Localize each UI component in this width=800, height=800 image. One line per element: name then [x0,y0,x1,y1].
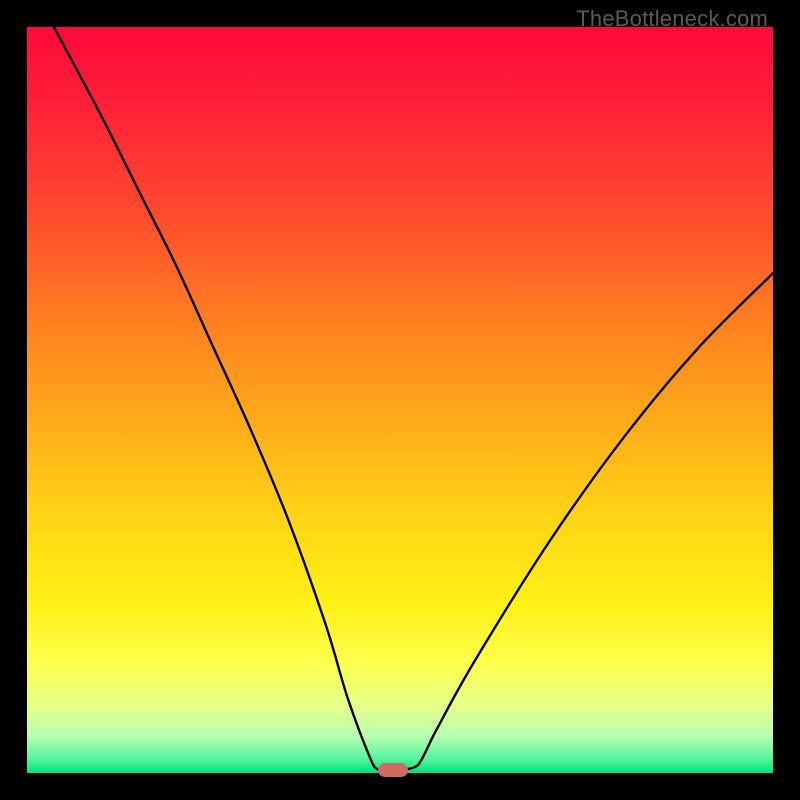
curve-svg [27,27,773,773]
chart-frame: TheBottleneck.com [0,0,800,800]
watermark-text: TheBottleneck.com [576,6,768,32]
bottleneck-curve-path [54,27,773,770]
optimal-marker [378,763,408,777]
plot-area [27,27,773,773]
